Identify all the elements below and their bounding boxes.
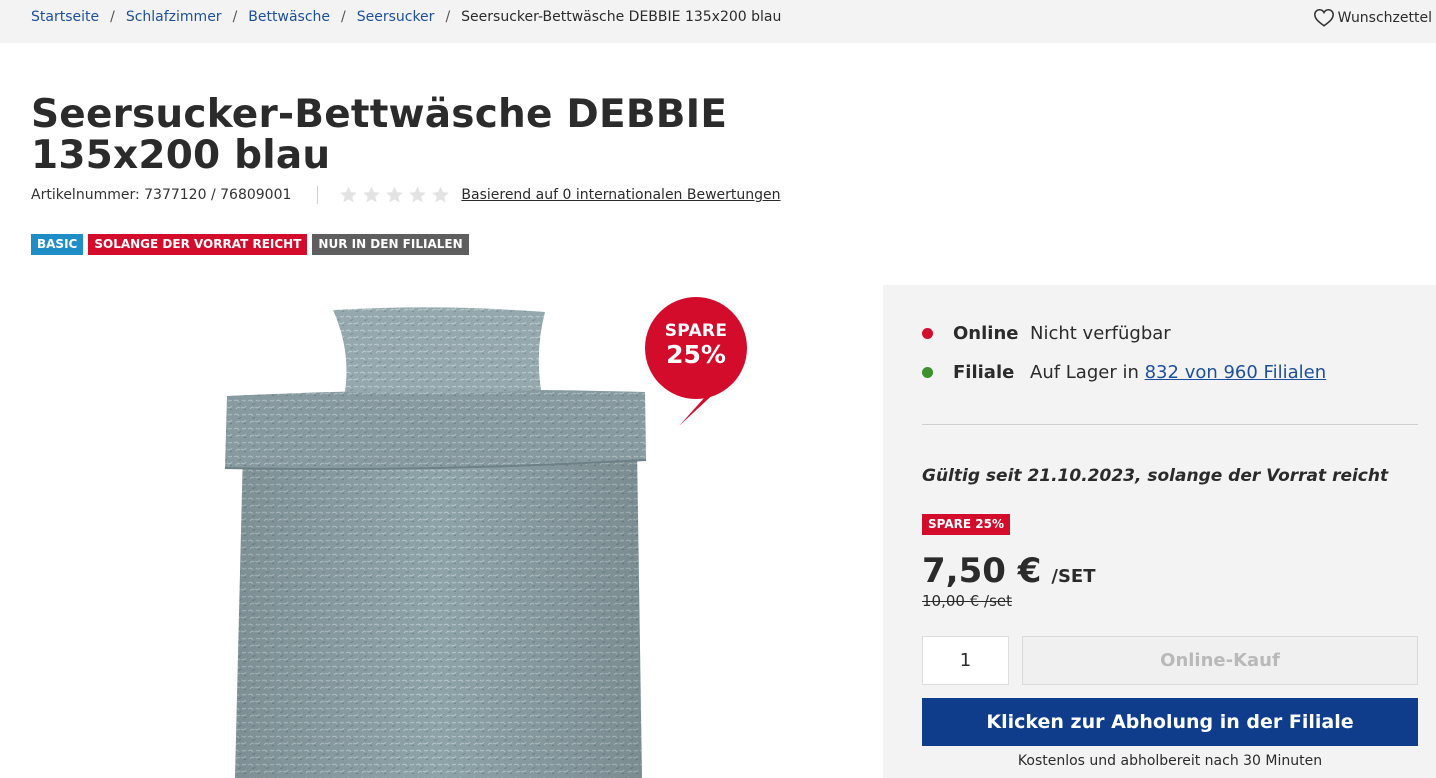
product-image[interactable] (205, 300, 675, 778)
store-status-dot (922, 367, 933, 378)
sale-bubble-line2: 25% (666, 340, 726, 369)
breadcrumb-separator: / (445, 9, 451, 25)
store-pickup-button[interactable]: Klicken zur Abholung in der Filiale (922, 698, 1418, 746)
breadcrumb: Startseite / Schlafzimmer / Bettwäsche /… (31, 9, 781, 25)
availability-store: Filiale Auf Lager in 832 von 960 Filiale… (922, 362, 1326, 383)
breadcrumb-schlafzimmer[interactable]: Schlafzimmer (126, 9, 222, 25)
pickup-note: Kostenlos und abholbereit nach 30 Minute… (1017, 753, 1323, 769)
star-icon (363, 186, 381, 203)
star-icon (386, 186, 404, 203)
breadcrumb-seersucker[interactable]: Seersucker (357, 9, 435, 25)
online-buy-button[interactable]: Online-Kauf (1022, 636, 1418, 685)
availability-store-value: Auf Lager in 832 von 960 Filialen (1030, 362, 1326, 383)
breadcrumb-startseite[interactable]: Startseite (31, 9, 99, 25)
breadcrumb-separator: / (341, 9, 346, 25)
availability-online: Online Nicht verfügbar (922, 323, 1171, 344)
availability-store-prefix: Auf Lager in (1030, 362, 1139, 383)
breadcrumb-current: Seersucker-Bettwäsche DEBBIE 135x200 bla… (461, 9, 782, 25)
breadcrumb-separator: / (110, 9, 115, 25)
star-icon (432, 186, 450, 203)
current-price: 7,50 € /SET (922, 551, 1096, 591)
article-number: Artikelnummer: 7377120 / 76809001 (31, 187, 291, 203)
star-icon (409, 186, 427, 203)
product-title: Seersucker-Bettwäsche DEBBIE 135x200 bla… (31, 92, 728, 178)
old-price: 10,00 € /set (922, 592, 1012, 610)
badge-store-only: NUR IN DEN FILIALEN (312, 234, 469, 255)
rating-stars (338, 185, 451, 205)
price-unit: /SET (1051, 566, 1096, 587)
store-count-link[interactable]: 832 von 960 Filialen (1145, 362, 1327, 383)
price-value: 7,50 € (922, 551, 1042, 591)
badge-while-stocks-last: SOLANGE DER VORRAT REICHT (88, 234, 308, 255)
save-badge: SPARE 25% (922, 514, 1010, 535)
breadcrumb-bettwaesche[interactable]: Bettwäsche (248, 9, 330, 25)
article-number-variant: 76809001 (220, 187, 292, 203)
sale-bubble-text: SPARE 25% (646, 321, 746, 368)
availability-store-label: Filiale (953, 362, 1015, 383)
wishlist-link[interactable]: Wunschzettel (1313, 7, 1432, 29)
star-icon (340, 186, 358, 203)
heart-outline-icon (1313, 8, 1334, 27)
article-number-sep: / (210, 187, 216, 203)
article-number-main: Artikelnummer: 7377120 (31, 187, 207, 203)
quantity-input[interactable]: 1 (922, 636, 1009, 685)
sale-bubble-line1: SPARE (664, 321, 728, 341)
availability-online-value: Nicht verfügbar (1030, 323, 1171, 344)
reviews-link[interactable]: Basierend auf 0 internationalen Bewertun… (461, 187, 780, 203)
panel-divider (922, 424, 1418, 425)
top-bar: Startseite / Schlafzimmer / Bettwäsche /… (0, 0, 1436, 43)
availability-online-label: Online (953, 323, 1019, 344)
online-status-dot (922, 328, 933, 339)
breadcrumb-separator: / (232, 9, 238, 25)
badge-basic: BASIC (31, 234, 84, 255)
product-meta: Artikelnummer: 7377120 / 76809001 Basier… (31, 185, 781, 205)
product-badges: BASIC SOLANGE DER VORRAT REICHT NUR IN D… (31, 234, 469, 255)
meta-divider (317, 186, 319, 204)
wishlist-label: Wunschzettel (1337, 10, 1432, 26)
offer-validity: Gültig seit 21.10.2023, solange der Vorr… (922, 466, 1389, 486)
